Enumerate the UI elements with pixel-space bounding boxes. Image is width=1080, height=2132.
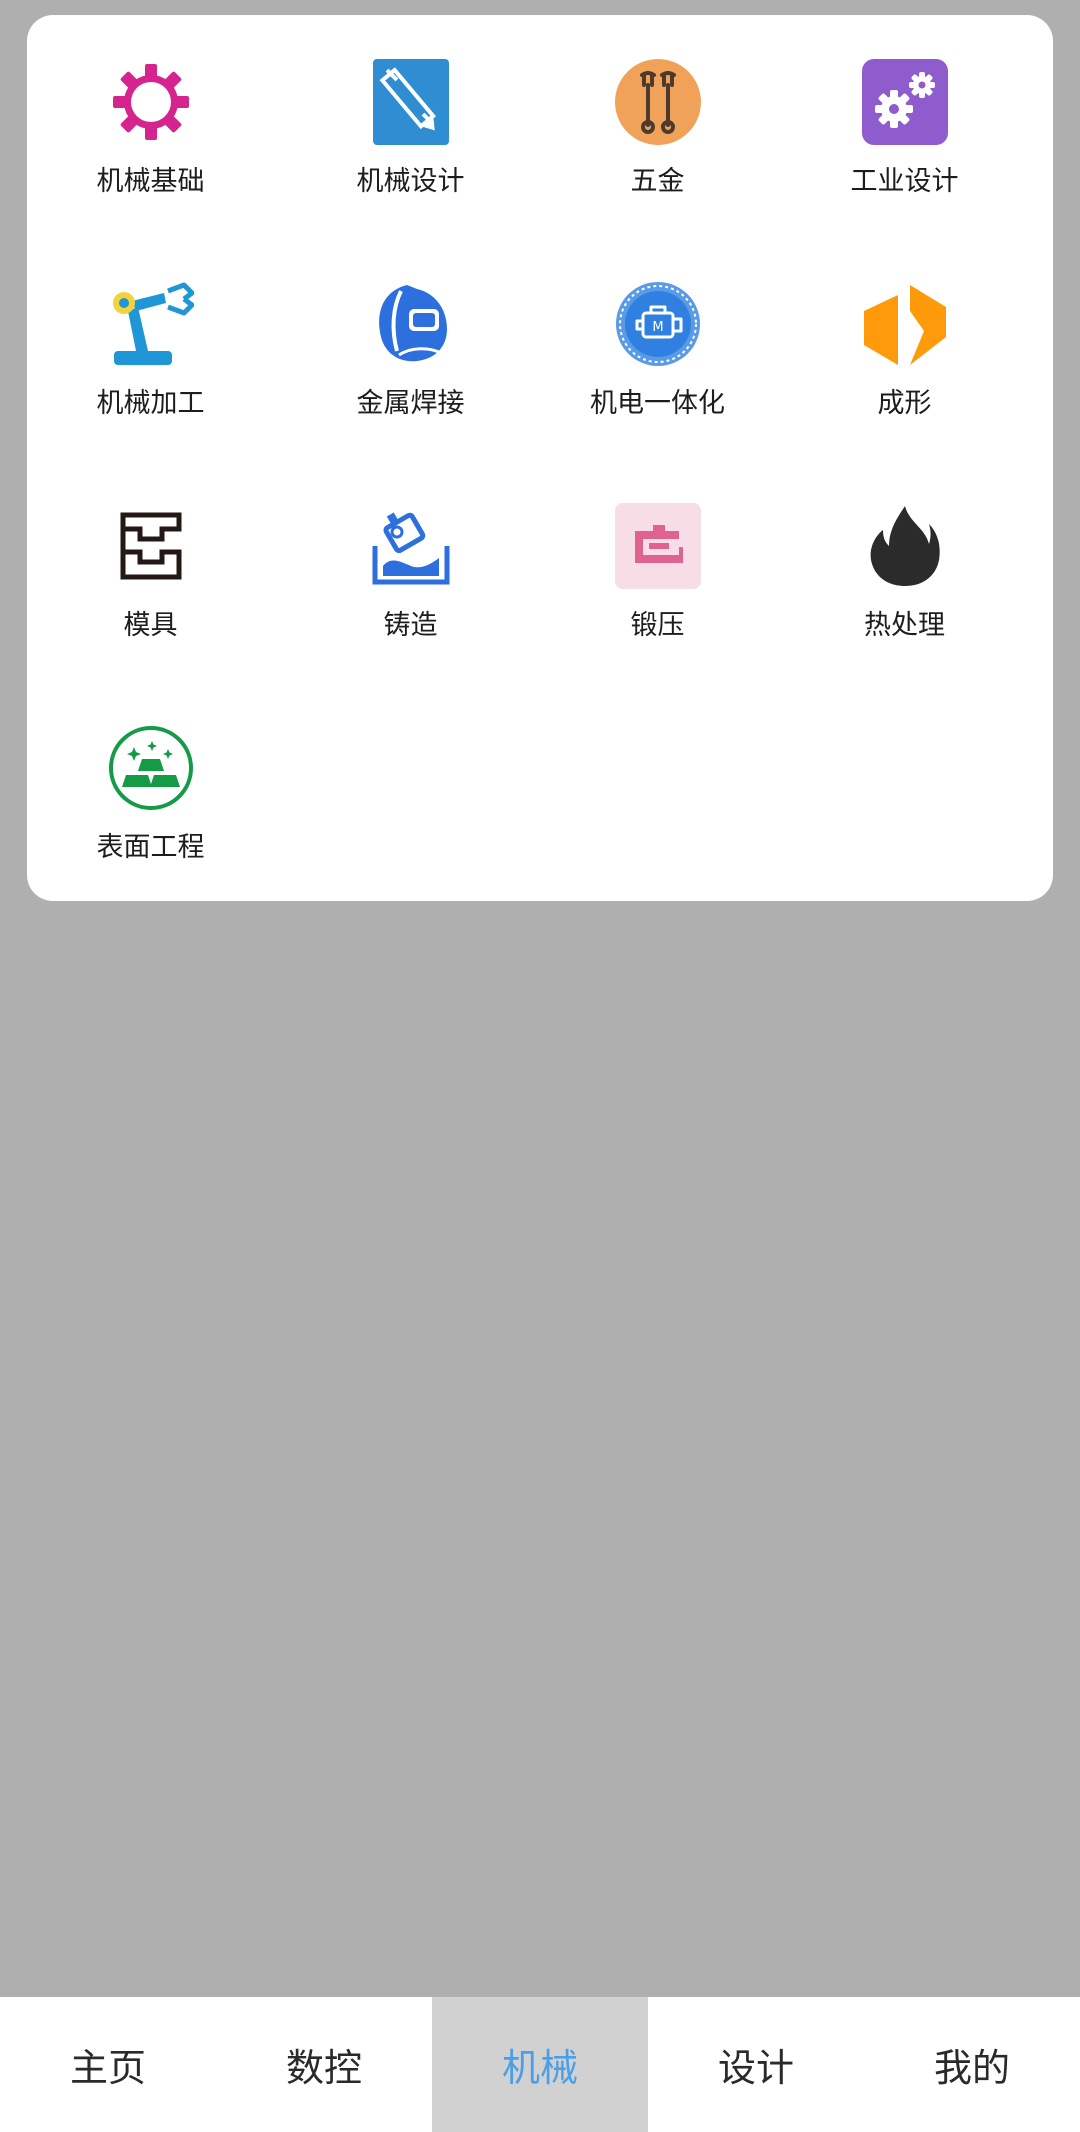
category-item-forging[interactable]: 锻压	[534, 459, 781, 659]
bottom-tab-bar: 主页 数控 机械 设计 我的	[0, 1997, 1080, 2132]
forming-icon	[862, 281, 948, 367]
flame-icon	[862, 503, 948, 589]
wrench-icon	[614, 59, 701, 145]
category-label: 热处理	[864, 610, 945, 641]
category-item-mold[interactable]: 模具	[27, 459, 274, 659]
tab-profile[interactable]: 我的	[864, 1997, 1080, 2132]
category-item-industrial-design[interactable]: 工业设计	[781, 15, 1028, 215]
category-label: 机电一体化	[590, 388, 725, 419]
category-item-surface-engineering[interactable]: 表面工程	[27, 681, 274, 881]
category-label: 机械设计	[356, 166, 465, 197]
pencil-ruler-icon	[368, 59, 454, 145]
category-item-machining[interactable]: 机械加工	[27, 237, 274, 437]
category-label: 表面工程	[96, 832, 205, 863]
category-item-mechatronics[interactable]: M 机电一体化	[534, 237, 781, 437]
category-item-metal-welding[interactable]: 金属焊接	[287, 237, 534, 437]
category-label: 铸造	[383, 610, 438, 641]
category-label: 锻压	[630, 610, 685, 641]
mold-icon	[108, 503, 194, 589]
svg-text:M: M	[652, 320, 663, 335]
category-label: 机械加工	[96, 388, 205, 419]
category-item-mechanical-design[interactable]: 机械设计	[287, 15, 534, 215]
category-label: 机械基础	[96, 166, 205, 197]
gears-icon	[861, 59, 948, 145]
casting-icon	[368, 503, 454, 589]
category-label: 五金	[630, 166, 685, 197]
tab-cnc[interactable]: 数控	[216, 1997, 432, 2132]
category-label: 成形	[877, 388, 932, 419]
forging-press-icon	[614, 503, 701, 589]
category-panel: 机械基础 机械设计 五金 工业设计 机械加工 金属焊接 M 机电一体化 成形 模…	[27, 15, 1053, 901]
category-item-hardware[interactable]: 五金	[534, 15, 781, 215]
robot-arm-icon	[108, 281, 194, 367]
category-grid: 机械基础 机械设计 五金 工业设计 机械加工 金属焊接 M 机电一体化 成形 模…	[27, 15, 1053, 901]
tab-machinery[interactable]: 机械	[432, 1997, 648, 2132]
category-label: 模具	[123, 610, 178, 641]
engine-icon: M	[615, 281, 701, 367]
category-label: 金属焊接	[356, 388, 465, 419]
category-item-forming[interactable]: 成形	[781, 237, 1028, 437]
tab-home[interactable]: 主页	[0, 1997, 216, 2132]
welding-helmet-icon	[368, 281, 454, 367]
category-item-casting[interactable]: 铸造	[287, 459, 534, 659]
category-item-heat-treatment[interactable]: 热处理	[781, 459, 1028, 659]
gold-bars-icon	[108, 725, 194, 811]
category-item-mechanical-basics[interactable]: 机械基础	[27, 15, 274, 215]
gear-icon	[108, 59, 194, 145]
tab-design[interactable]: 设计	[648, 1997, 864, 2132]
category-label: 工业设计	[850, 166, 959, 197]
